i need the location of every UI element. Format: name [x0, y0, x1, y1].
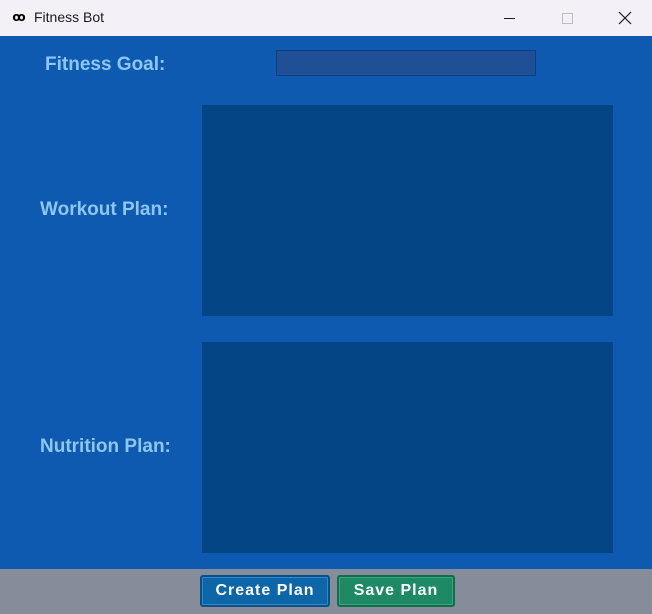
fitness-goal-label: Fitness Goal:: [45, 54, 166, 75]
window-title: Fitness Bot: [34, 9, 105, 25]
close-icon: [618, 11, 632, 25]
workout-plan-textarea[interactable]: [202, 105, 613, 316]
save-plan-button[interactable]: Save Plan: [337, 575, 455, 607]
minimize-icon: [503, 17, 515, 19]
app-logo-icon: ꝏ: [12, 10, 25, 24]
nutrition-plan-label: Nutrition Plan:: [40, 436, 171, 457]
maximize-icon: [561, 12, 573, 24]
workout-plan-label: Workout Plan:: [40, 199, 169, 220]
minimize-button[interactable]: [486, 0, 532, 36]
fitness-bot-window: ꝏ Fitness Bot Fitness Goal: Workout Plan…: [0, 0, 652, 614]
fitness-goal-input[interactable]: [276, 50, 536, 76]
title-bar[interactable]: ꝏ Fitness Bot: [0, 0, 652, 36]
close-button[interactable]: [602, 0, 648, 36]
nutrition-plan-textarea[interactable]: [202, 342, 613, 553]
create-plan-button[interactable]: Create Plan: [200, 575, 330, 607]
maximize-button[interactable]: [544, 0, 590, 36]
